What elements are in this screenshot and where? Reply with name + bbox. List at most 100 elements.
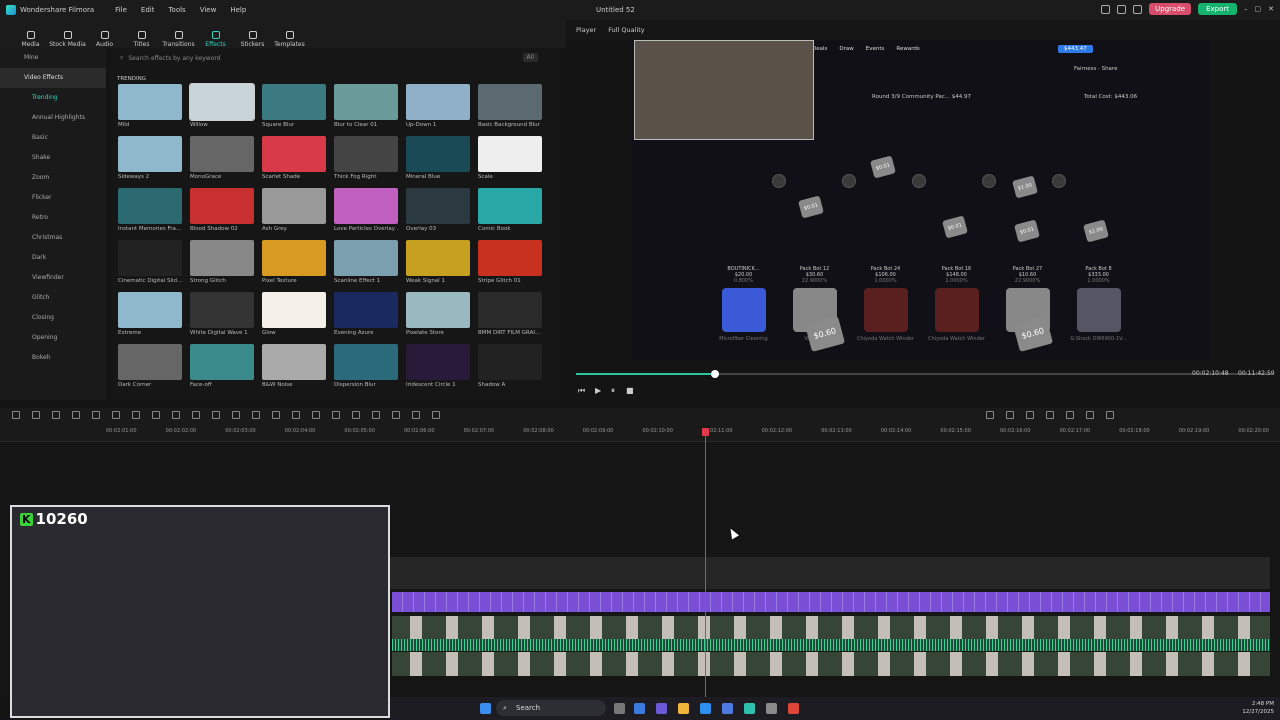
effect-card[interactable]: Blood Shadow 02 xyxy=(190,188,254,234)
sidebar-item-shake[interactable]: Shake xyxy=(0,148,106,168)
effect-thumbnail[interactable] xyxy=(478,136,542,172)
quality-dropdown[interactable]: Full Quality xyxy=(608,26,644,34)
sidebar-item-glitch[interactable]: Glitch xyxy=(0,288,106,308)
timeline-tool-icon[interactable] xyxy=(292,411,300,419)
effect-card[interactable]: Basic Background Blur xyxy=(478,84,542,130)
taskbar-search[interactable]: ⌕ Search xyxy=(496,700,606,716)
sidebar-item-trending[interactable]: Trending xyxy=(0,88,106,108)
store-icon[interactable] xyxy=(722,703,733,714)
menu-edit[interactable]: Edit xyxy=(141,6,155,14)
effect-card[interactable]: Weak Signal 1 xyxy=(406,240,470,286)
sidebar-item-retro[interactable]: Retro xyxy=(0,208,106,228)
timeline-tool-icon[interactable] xyxy=(432,411,440,419)
tool-media[interactable]: Media xyxy=(12,31,49,48)
timeline-tool-icon[interactable] xyxy=(392,411,400,419)
teams-icon[interactable] xyxy=(656,703,667,714)
effect-card[interactable]: Pixel Texture xyxy=(262,240,326,286)
chrome-icon[interactable] xyxy=(788,703,799,714)
tool-transitions[interactable]: Transitions xyxy=(160,31,197,48)
effect-thumbnail[interactable] xyxy=(118,136,182,172)
stop-icon[interactable]: ■ xyxy=(626,386,634,395)
sidebar-item-opening[interactable]: Opening xyxy=(0,328,106,348)
effect-thumbnail[interactable] xyxy=(406,292,470,328)
sidebar-item-christmas[interactable]: Christmas xyxy=(0,228,106,248)
minimize-icon[interactable]: – xyxy=(1244,5,1248,13)
gift-icon[interactable] xyxy=(1133,4,1143,14)
effect-thumbnail[interactable] xyxy=(406,84,470,120)
edge-icon[interactable] xyxy=(634,703,645,714)
effect-card[interactable]: Overlay 03 xyxy=(406,188,470,234)
effect-thumbnail[interactable] xyxy=(118,240,182,276)
effect-thumbnail[interactable] xyxy=(262,292,326,328)
effect-card[interactable]: Love Particles Overlay ... xyxy=(334,188,398,234)
effect-thumbnail[interactable] xyxy=(478,292,542,328)
effect-card[interactable]: MonoGrace xyxy=(190,136,254,182)
effect-thumbnail[interactable] xyxy=(334,84,398,120)
effect-card[interactable]: Strong Glitch xyxy=(190,240,254,286)
effect-thumbnail[interactable] xyxy=(118,188,182,224)
playback-progress[interactable] xyxy=(576,370,1272,378)
folder-icon[interactable] xyxy=(678,703,689,714)
browser-icon[interactable] xyxy=(700,703,711,714)
prev-frame-icon[interactable]: ⏮ xyxy=(578,386,585,396)
effect-card[interactable]: Sideways 2 xyxy=(118,136,182,182)
effect-thumbnail[interactable] xyxy=(478,344,542,380)
sidebar-item-annual-highlights[interactable]: Annual Highlights xyxy=(0,108,106,128)
mic-icon[interactable] xyxy=(1026,411,1034,419)
effect-thumbnail[interactable] xyxy=(262,84,326,120)
effect-thumbnail[interactable] xyxy=(334,136,398,172)
effect-thumbnail[interactable] xyxy=(334,188,398,224)
video-clip-2[interactable] xyxy=(392,652,1270,676)
effect-card[interactable]: Square Blur xyxy=(262,84,326,130)
effect-card[interactable]: Face-off xyxy=(190,344,254,390)
timeline-tool-icon[interactable] xyxy=(312,411,320,419)
timeline-tool-icon[interactable] xyxy=(212,411,220,419)
effect-thumbnail[interactable] xyxy=(118,344,182,380)
effects-search[interactable]: ⌕ Search effects by any keyword All xyxy=(110,48,560,68)
sidebar-item-closing[interactable]: Closing xyxy=(0,308,106,328)
pack-item[interactable]: Pack Bot 16 $148.00 1.0000% Chiyoda Watch W… xyxy=(921,266,992,342)
sidebar-item-dark[interactable]: Dark xyxy=(0,248,106,268)
upgrade-button[interactable]: Upgrade xyxy=(1149,3,1192,15)
effect-card[interactable]: Ash Grey xyxy=(262,188,326,234)
effect-card[interactable]: Mild xyxy=(118,84,182,130)
sidebar-item-zoom[interactable]: Zoom xyxy=(0,168,106,188)
effect-card[interactable]: BMM DIRT FILM GRAI... xyxy=(478,292,542,338)
effect-thumbnail[interactable] xyxy=(118,84,182,120)
effect-thumbnail[interactable] xyxy=(262,188,326,224)
sidebar-mine[interactable]: Mine xyxy=(0,48,106,68)
timeline-tool-icon[interactable] xyxy=(412,411,420,419)
effect-card[interactable]: Evening Azure xyxy=(334,292,398,338)
effect-thumbnail[interactable] xyxy=(478,240,542,276)
effect-thumbnail[interactable] xyxy=(406,240,470,276)
effect-card[interactable]: Iridescent Circle 1 xyxy=(406,344,470,390)
effect-card[interactable]: White Digital Wave 1 xyxy=(190,292,254,338)
effect-card[interactable]: B&W Noise xyxy=(262,344,326,390)
tool-audio[interactable]: Audio xyxy=(86,31,123,48)
effect-thumbnail[interactable] xyxy=(190,136,254,172)
cloud-icon[interactable] xyxy=(1117,4,1127,14)
playhead[interactable] xyxy=(702,428,709,698)
timeline-tool-icon[interactable] xyxy=(232,411,240,419)
timeline-tool-icon[interactable] xyxy=(172,411,180,419)
task-view-icon[interactable] xyxy=(614,703,625,714)
play-icon[interactable]: ▶ xyxy=(595,386,601,395)
tool-stock-media[interactable]: Stock Media xyxy=(49,31,86,48)
obs-icon[interactable] xyxy=(766,703,777,714)
effect-card[interactable]: Comic Book xyxy=(478,188,542,234)
effect-thumbnail[interactable] xyxy=(478,84,542,120)
effect-thumbnail[interactable] xyxy=(190,188,254,224)
timeline-tool-icon[interactable] xyxy=(152,411,160,419)
pack-item[interactable]: BOUTINICK... $20.00 0.800% Microfiber Clean… xyxy=(708,266,779,342)
audio-waveform[interactable] xyxy=(392,639,1270,651)
effect-card[interactable]: Pixelate Store xyxy=(406,292,470,338)
maximize-icon[interactable]: ▢ xyxy=(1255,5,1262,13)
effect-thumbnail[interactable] xyxy=(190,292,254,328)
timeline-tool-icon[interactable] xyxy=(332,411,340,419)
tool-templates[interactable]: Templates xyxy=(271,31,308,48)
sidebar-item-viewfinder[interactable]: Viewfinder xyxy=(0,268,106,288)
layout-icon[interactable] xyxy=(1101,4,1111,14)
snap-icon[interactable] xyxy=(986,411,994,419)
tool-effects[interactable]: Effects xyxy=(197,31,234,48)
timeline-tool-icon[interactable] xyxy=(352,411,360,419)
